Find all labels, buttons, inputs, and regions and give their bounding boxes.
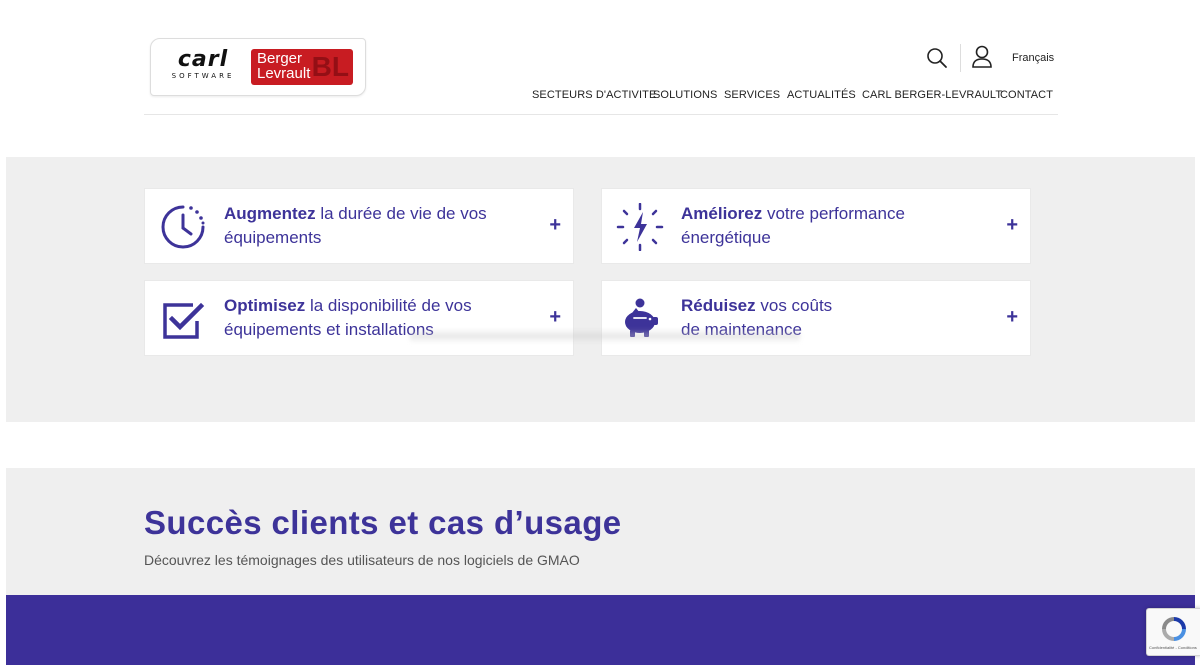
recaptcha-text[interactable]: Confidentialité - Conditions [1149,645,1197,650]
benefit-card-energy[interactable]: Améliorez votre performance énergétique … [601,188,1031,264]
benefit-card-lifespan[interactable]: Augmentez la durée de vie de vos équipem… [144,188,574,264]
clock-icon [159,203,207,251]
benefit-line2: énergétique [681,228,771,247]
carl-logo-text: carl [177,47,229,72]
header-separator [960,44,961,72]
benefit-rest: la disponibilité de vos [305,296,472,315]
expand-plus-icon[interactable]: + [1006,215,1018,235]
benefit-card-costs[interactable]: Réduisez vos coûts de maintenance + [601,280,1031,356]
recaptcha-icon [1158,614,1190,644]
carl-software-logo: carl SOFTWARE [163,47,243,81]
benefit-strong: Augmentez [224,204,316,223]
header-divider [144,114,1058,115]
expand-plus-icon[interactable]: + [549,307,561,327]
bl-monogram: BL [311,51,349,82]
nav-carl-berger-levrault[interactable]: CARL BERGER-LEVRAULT [862,89,1002,101]
energy-icon [616,202,664,252]
bl-logo-line2: Levrault [257,65,311,82]
checkbox-icon [159,295,207,343]
recaptcha-badge[interactable]: Confidentialité - Conditions [1146,608,1200,656]
site-header: carl SOFTWARE BL Berger Levrault Françai… [0,0,1200,120]
search-icon[interactable] [925,46,949,70]
nav-actualites[interactable]: ACTUALITÉS [787,89,856,101]
benefit-rest: la durée de vie de vos [315,204,487,223]
nav-contact[interactable]: CONTACT [1000,89,1053,101]
bl-logo-line1: Berger [257,50,303,67]
section-title: Succès clients et cas d’usage [144,504,622,541]
nav-solutions[interactable]: SOLUTIONS [653,89,717,101]
section-subtitle: Découvrez les témoignages des utilisateu… [144,552,580,568]
benefit-rest: votre performance [762,204,905,223]
user-icon[interactable] [970,44,994,70]
nav-services[interactable]: SERVICES [724,89,780,101]
success-section: Succès clients et cas d’usage Découvrez … [6,468,1195,596]
benefit-line2: équipements et installations [224,320,434,339]
benefit-card-availability[interactable]: Optimisez la disponibilité de vos équipe… [144,280,574,356]
expand-plus-icon[interactable]: + [1006,307,1018,327]
benefit-strong: Optimisez [224,296,306,315]
scroll-shadow-overlay [410,329,800,343]
expand-plus-icon[interactable]: + [549,215,561,235]
benefit-text: Augmentez la durée de vie de vos équipem… [224,202,524,250]
testimonials-band [6,595,1195,665]
benefit-line2: équipements [224,228,322,247]
benefit-rest: vos coûts [755,296,833,315]
benefit-text: Améliorez votre performance énergétique [681,202,981,250]
carl-logo-subtext: SOFTWARE [171,72,235,80]
nav-secteurs[interactable]: SECTEURS D'ACTIVITE [532,89,656,101]
language-selector[interactable]: Français [1012,52,1054,64]
berger-levrault-logo: BL Berger Levrault [251,49,353,85]
benefit-strong: Améliorez [681,204,763,223]
company-logo[interactable]: carl SOFTWARE BL Berger Levrault [150,38,366,96]
benefit-strong: Réduisez [681,296,756,315]
